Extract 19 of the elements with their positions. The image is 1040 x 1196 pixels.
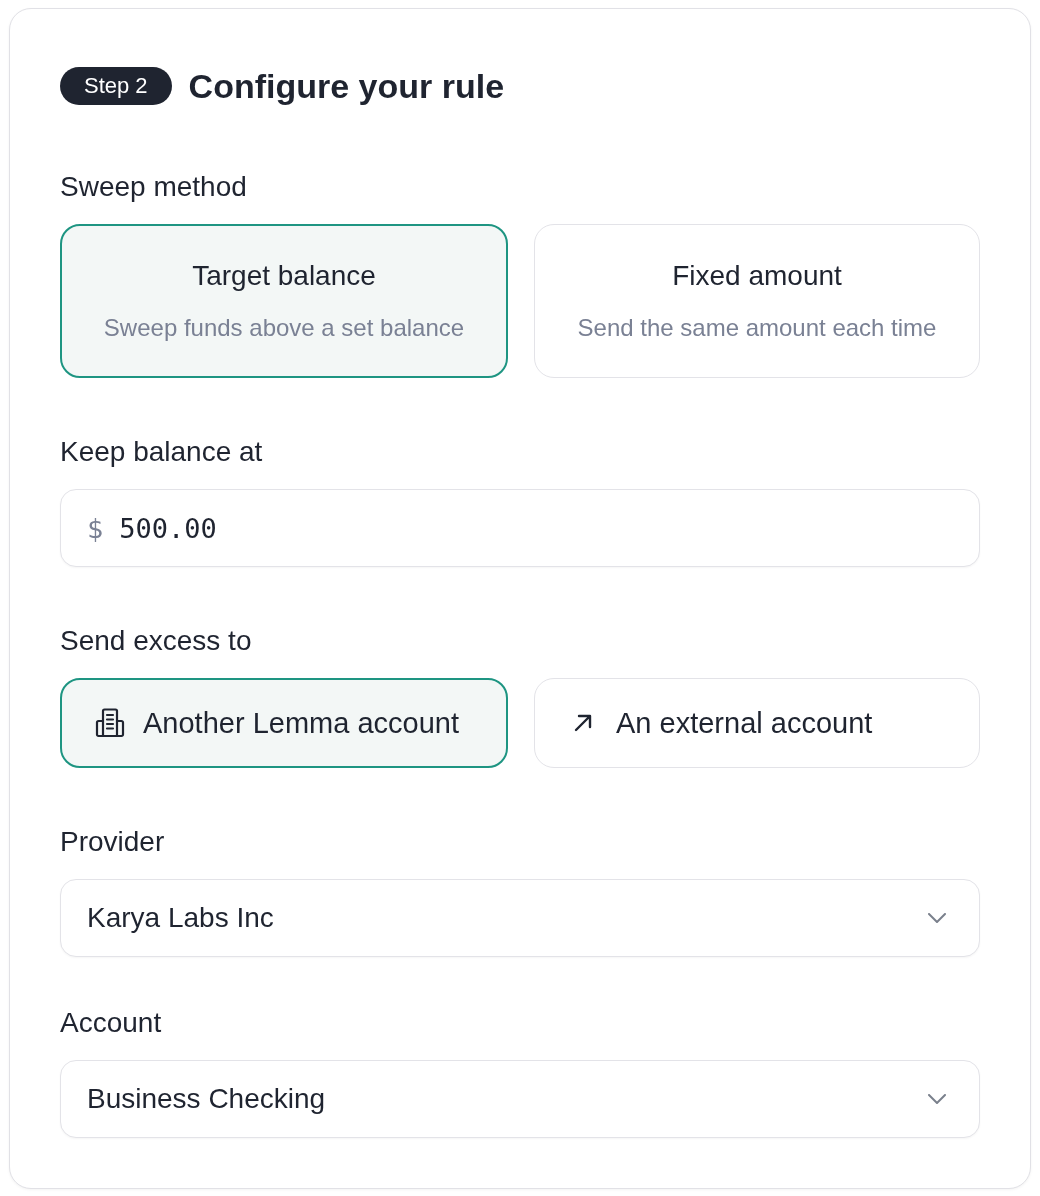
option-card[interactable]: Fixed amount Send the same amount each time bbox=[534, 224, 980, 378]
field-label: Provider bbox=[60, 826, 165, 858]
option-card[interactable]: Target balance Sweep funds above a set balance bbox=[60, 224, 508, 378]
chevron-down-icon bbox=[928, 913, 946, 923]
dropdown-select[interactable]: Business Checking bbox=[60, 1060, 980, 1138]
field-label: Account bbox=[60, 1007, 162, 1039]
page-title: Configure your rule bbox=[188, 67, 505, 105]
currency-symbol: $ bbox=[87, 512, 104, 544]
field-label: Keep balance at bbox=[60, 436, 263, 468]
destination-option[interactable]: An external account bbox=[534, 678, 980, 768]
field-label: Send excess to bbox=[60, 625, 252, 657]
chevron-down-icon bbox=[928, 1094, 946, 1104]
step-badge: Step 2 bbox=[60, 67, 172, 105]
amount-field[interactable]: $ 500.00 bbox=[60, 489, 980, 567]
building-icon bbox=[95, 708, 125, 738]
destination-option[interactable]: Another Lemma account bbox=[60, 678, 508, 768]
dropdown-select[interactable]: Karya Labs Inc bbox=[60, 879, 980, 957]
arrow-up-right-icon bbox=[574, 714, 592, 732]
field-label: Sweep method bbox=[60, 171, 247, 203]
